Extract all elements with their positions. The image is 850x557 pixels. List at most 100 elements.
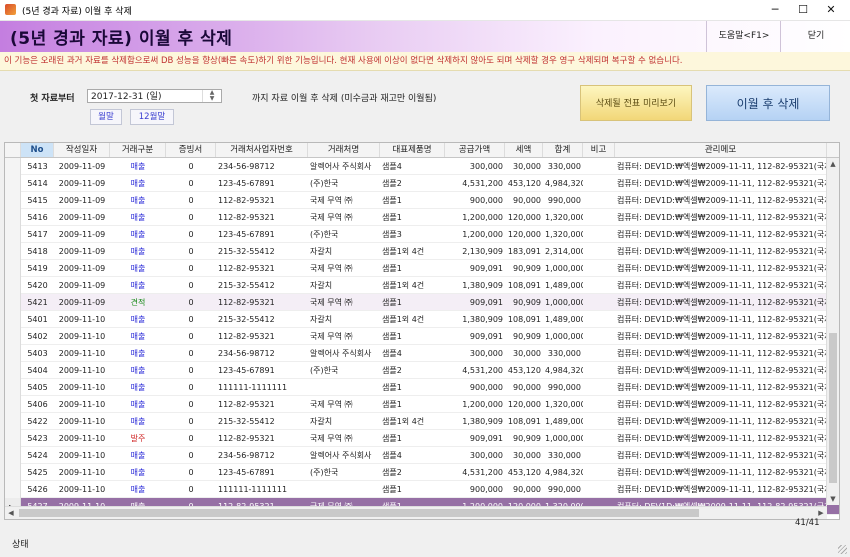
row-selector[interactable]: [5, 260, 21, 277]
cell-no: 5417: [27, 230, 48, 239]
cell-memo: 컴퓨터: DEV1D:₩엑셀₩2009-11-11, 112-82-95321(…: [617, 247, 827, 256]
month-end-button[interactable]: 월말: [90, 109, 122, 125]
row-selector[interactable]: [5, 413, 21, 430]
table-row[interactable]: 5403 2009-11-10 매출 0 234-56-98712 알렉어사 주식회사 샘플…: [5, 345, 839, 362]
column-header[interactable]: 증빙서: [166, 143, 216, 157]
cell-memo: 컴퓨터: DEV1D:₩엑셀₩2009-11-11, 112-82-95321(…: [617, 213, 827, 222]
column-header[interactable]: 작성일자: [54, 143, 110, 157]
column-header[interactable]: 거래처사업자번호: [216, 143, 308, 157]
cell-supply: 300,000: [469, 162, 503, 171]
row-selector[interactable]: [5, 396, 21, 413]
cell-bizno: 112-82-95321: [218, 332, 275, 341]
table-row[interactable]: 5402 2009-11-10 매출 0 112-82-95321 국제 무역 ㈜ 샘플1 9…: [5, 328, 839, 345]
cell-name: 알렉어사 주식회사: [310, 451, 372, 460]
cell-memo: 컴퓨터: DEV1D:₩엑셀₩2009-11-11, 112-82-95321(…: [617, 485, 827, 494]
column-header[interactable]: 거래처명: [308, 143, 380, 157]
row-selector[interactable]: [5, 464, 21, 481]
table-row[interactable]: 5416 2009-11-09 매출 0 112-82-95321 국제 무역 ㈜ 샘플1 1…: [5, 209, 839, 226]
table-row[interactable]: 5418 2009-11-09 매출 0 215-32-55412 자갈치 샘플1외 4건 2…: [5, 243, 839, 260]
cell-memo: 컴퓨터: DEV1D:₩엑셀₩2009-11-11, 112-82-95321(…: [617, 417, 827, 426]
carry-over-delete-button[interactable]: 이월 후 삭제: [706, 85, 830, 121]
table-row[interactable]: 5420 2009-11-09 매출 0 215-32-55412 자갈치 샘플1외 4건 1…: [5, 277, 839, 294]
row-selector[interactable]: [5, 447, 21, 464]
table-row[interactable]: 5414 2009-11-09 매출 0 123-45-67891 (주)한국 샘플2 4,5…: [5, 175, 839, 192]
records-grid[interactable]: No 작성일자 거래구분 증빙서 거래처사업자번호 거래처명 대표제품명 공급가액 세액 합계 비고…: [4, 142, 840, 520]
cell-type: 견적: [130, 298, 146, 307]
date-picker[interactable]: 2017-12-31 (일) ▲ ▼: [87, 89, 222, 103]
cell-date: 2009-11-10: [58, 451, 106, 460]
cell-tax: 90,909: [513, 434, 541, 443]
date-spinner[interactable]: ▲ ▼: [202, 90, 221, 102]
cell-note: [583, 226, 615, 243]
row-selector[interactable]: [5, 243, 21, 260]
maximize-button[interactable]: ☐: [788, 0, 818, 20]
scroll-down-icon[interactable]: ▼: [827, 493, 839, 505]
vertical-scrollbar[interactable]: ▲ ▼: [826, 158, 839, 505]
cell-name: 알렉어사 주식회사: [310, 162, 372, 171]
december-end-button[interactable]: 12월말: [130, 109, 174, 125]
cell-bizno: 234-56-98712: [218, 349, 275, 358]
table-row[interactable]: 5424 2009-11-10 매출 0 234-56-98712 알렉어사 주식회사 샘플…: [5, 447, 839, 464]
cell-type: 매출: [130, 162, 146, 171]
cell-tax: 90,000: [513, 196, 541, 205]
column-header[interactable]: 합계: [543, 143, 583, 157]
cell-name: 국제 무역 ㈜: [310, 298, 353, 307]
close-button[interactable]: 닫기: [780, 21, 850, 52]
cell-name: 국제 무역 ㈜: [310, 400, 353, 409]
horizontal-scrollbar[interactable]: ◀ ▶: [5, 506, 827, 519]
table-row[interactable]: 5417 2009-11-09 매출 0 123-45-67891 (주)한국 샘플3 1,2…: [5, 226, 839, 243]
row-selector[interactable]: [5, 430, 21, 447]
table-row[interactable]: 5413 2009-11-09 매출 0 234-56-98712 알렉어사 주식회사 샘플…: [5, 158, 839, 175]
scroll-left-icon[interactable]: ◀: [5, 507, 17, 519]
minimize-button[interactable]: ─: [760, 0, 790, 20]
horizontal-scroll-thumb[interactable]: [19, 509, 699, 517]
column-header[interactable]: 대표제품명: [380, 143, 445, 157]
column-header[interactable]: 공급가액: [445, 143, 505, 157]
table-row[interactable]: 5401 2009-11-10 매출 0 215-32-55412 자갈치 샘플1외 4건 1…: [5, 311, 839, 328]
help-button[interactable]: 도움말<F1>: [706, 21, 781, 52]
row-selector[interactable]: [5, 328, 21, 345]
resize-grip-icon[interactable]: [838, 545, 847, 554]
row-selector[interactable]: [5, 481, 21, 498]
table-row[interactable]: 5415 2009-11-09 매출 0 112-82-95321 국제 무역 ㈜ 샘플1 9…: [5, 192, 839, 209]
cell-bizno: 112-82-95321: [218, 264, 275, 273]
row-selector[interactable]: [5, 362, 21, 379]
cell-memo: 컴퓨터: DEV1D:₩엑셀₩2009-11-11, 112-82-95321(…: [617, 179, 827, 188]
row-selector[interactable]: [5, 379, 21, 396]
vertical-scroll-thumb[interactable]: [829, 333, 837, 483]
cell-prod: 샘플2: [382, 366, 402, 375]
row-selector[interactable]: [5, 294, 21, 311]
table-row[interactable]: 5421 2009-11-09 견적 0 112-82-95321 국제 무역 ㈜ 샘플1 9…: [5, 294, 839, 311]
cell-memo: 컴퓨터: DEV1D:₩엑셀₩2009-11-11, 112-82-95321(…: [617, 383, 827, 392]
column-header[interactable]: 거래구분: [110, 143, 166, 157]
row-selector[interactable]: [5, 192, 21, 209]
table-row[interactable]: 5423 2009-11-10 발주 0 112-82-95321 국제 무역 ㈜ 샘플1 9…: [5, 430, 839, 447]
column-header[interactable]: 관리메모: [615, 143, 827, 157]
table-row[interactable]: 5426 2009-11-10 매출 0 111111-1111111 샘플1 900,00…: [5, 481, 839, 498]
preview-button[interactable]: 삭제될 전표 미리보기: [580, 85, 692, 121]
table-row[interactable]: 5425 2009-11-10 매출 0 123-45-67891 (주)한국 샘플2 4,5…: [5, 464, 839, 481]
table-row[interactable]: 5419 2009-11-09 매출 0 112-82-95321 국제 무역 ㈜ 샘플1 9…: [5, 260, 839, 277]
scroll-up-icon[interactable]: ▲: [827, 158, 839, 170]
row-selector[interactable]: [5, 158, 21, 175]
cell-memo: 컴퓨터: DEV1D:₩엑셀₩2009-11-11, 112-82-95321(…: [617, 298, 827, 307]
row-selector[interactable]: [5, 311, 21, 328]
column-header[interactable]: No: [21, 143, 54, 157]
column-header[interactable]: 비고: [583, 143, 615, 157]
cell-date: 2009-11-09: [58, 298, 106, 307]
table-row[interactable]: 5404 2009-11-10 매출 0 123-45-67891 (주)한국 샘플2 4,5…: [5, 362, 839, 379]
cell-total: 4,984,320: [545, 468, 583, 477]
table-row[interactable]: 5405 2009-11-10 매출 0 111111-1111111 샘플1 900,00…: [5, 379, 839, 396]
column-header[interactable]: 세액: [505, 143, 543, 157]
row-selector[interactable]: [5, 175, 21, 192]
cell-supply: 909,091: [469, 332, 503, 341]
close-window-button[interactable]: ✕: [816, 0, 846, 20]
row-selector[interactable]: [5, 277, 21, 294]
table-row[interactable]: 5406 2009-11-10 매출 0 112-82-95321 국제 무역 ㈜ 샘플1 1…: [5, 396, 839, 413]
cell-type: 발주: [130, 434, 146, 443]
table-row[interactable]: 5422 2009-11-10 매출 0 215-32-55412 자갈치 샘플1외 4건 1…: [5, 413, 839, 430]
row-selector[interactable]: [5, 226, 21, 243]
row-selector[interactable]: [5, 209, 21, 226]
row-selector[interactable]: [5, 345, 21, 362]
cell-total: 990,000: [547, 485, 581, 494]
